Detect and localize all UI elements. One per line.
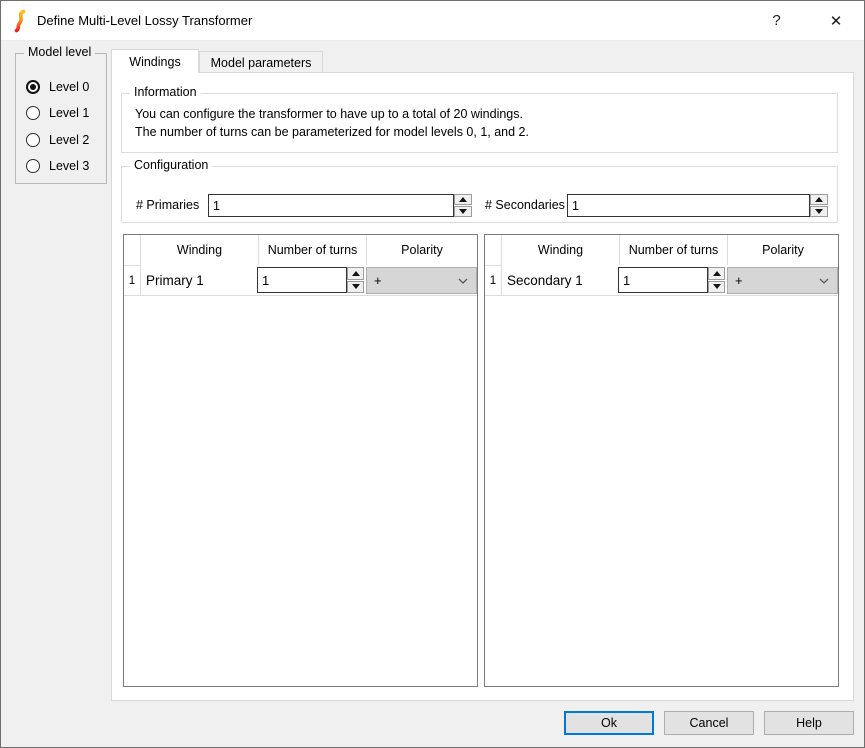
chevron-down-icon [819, 278, 837, 284]
radio-icon [26, 80, 40, 94]
turns-spin-up-button[interactable] [708, 267, 725, 280]
spin-down-icon [352, 284, 360, 289]
primaries-spin-down-button[interactable] [454, 206, 472, 217]
polarity-dropdown[interactable]: + [366, 267, 477, 294]
close-icon[interactable]: ✕ [810, 1, 862, 40]
spin-down-icon [815, 209, 823, 214]
spin-up-icon [713, 271, 721, 276]
radio-level-2[interactable]: Level 2 [26, 131, 89, 149]
secondary-windings-table: Winding Number of turns Polarity 1 Secon… [484, 234, 839, 687]
secondaries-label: # Secondaries [485, 198, 565, 212]
header-winding: Winding [141, 235, 258, 265]
secondaries-spinner [810, 194, 828, 217]
primaries-input[interactable] [208, 194, 454, 217]
grid-line [485, 295, 838, 296]
header-number-of-turns: Number of turns [620, 235, 727, 265]
spin-up-icon [352, 271, 360, 276]
row-header[interactable]: 1 [485, 266, 501, 295]
spin-down-icon [459, 209, 467, 214]
information-group: Information You can configure the transf… [121, 93, 838, 153]
primaries-spinner [454, 194, 472, 217]
header-polarity: Polarity [728, 235, 838, 265]
spin-up-icon [459, 197, 467, 202]
secondaries-spin-down-button[interactable] [810, 206, 828, 217]
turns-spin-down-button[interactable] [708, 281, 725, 294]
help-titlebar-button[interactable]: ? [754, 1, 799, 40]
secondaries-spin-up-button[interactable] [810, 194, 828, 205]
tab-model-parameters[interactable]: Model parameters [199, 51, 323, 73]
grid-line [124, 295, 477, 296]
information-line-2: The number of turns can be parameterized… [135, 123, 529, 141]
model-level-group: Model level Level 0 Level 1 Level 2 Leve… [15, 53, 107, 184]
configuration-group-label: Configuration [130, 158, 212, 172]
app-icon [12, 9, 28, 33]
primaries-label: # Primaries [136, 198, 199, 212]
turns-spin-up-button[interactable] [347, 267, 364, 280]
secondaries-input[interactable] [567, 194, 810, 217]
radio-level-3[interactable]: Level 3 [26, 157, 89, 175]
spin-up-icon [815, 197, 823, 202]
chevron-down-icon [458, 278, 476, 284]
header-winding: Winding [502, 235, 619, 265]
polarity-dropdown[interactable]: + [727, 267, 838, 294]
row-header[interactable]: 1 [124, 266, 140, 295]
turns-spinner [708, 267, 725, 293]
primary-windings-table: Winding Number of turns Polarity 1 Prima… [123, 234, 478, 687]
radio-icon [26, 106, 40, 120]
window-title: Define Multi-Level Lossy Transformer [37, 1, 252, 40]
winding-name-cell[interactable]: Primary 1 [146, 266, 204, 295]
cancel-button[interactable]: Cancel [664, 711, 754, 735]
spin-down-icon [713, 284, 721, 289]
turns-input[interactable] [257, 267, 347, 293]
information-line-1: You can configure the transformer to hav… [135, 105, 523, 123]
model-level-group-label: Model level [24, 45, 95, 59]
turns-spinner [347, 267, 364, 293]
help-button[interactable]: Help [764, 711, 854, 735]
ok-button[interactable]: Ok [564, 711, 654, 735]
information-group-label: Information [130, 85, 201, 99]
configuration-group: Configuration # Primaries # Secondaries [121, 166, 838, 223]
radio-level-1[interactable]: Level 1 [26, 104, 89, 122]
header-polarity: Polarity [367, 235, 477, 265]
header-number-of-turns: Number of turns [259, 235, 366, 265]
primaries-spin-up-button[interactable] [454, 194, 472, 205]
turns-spin-down-button[interactable] [347, 281, 364, 294]
tab-windings[interactable]: Windings [111, 49, 199, 73]
winding-name-cell[interactable]: Secondary 1 [507, 266, 583, 295]
title-bar: Define Multi-Level Lossy Transformer ? ✕ [1, 1, 864, 41]
radio-level-0[interactable]: Level 0 [26, 78, 89, 96]
radio-icon [26, 159, 40, 173]
dialog-window: Define Multi-Level Lossy Transformer ? ✕… [0, 0, 865, 748]
radio-icon [26, 133, 40, 147]
turns-input[interactable] [618, 267, 708, 293]
